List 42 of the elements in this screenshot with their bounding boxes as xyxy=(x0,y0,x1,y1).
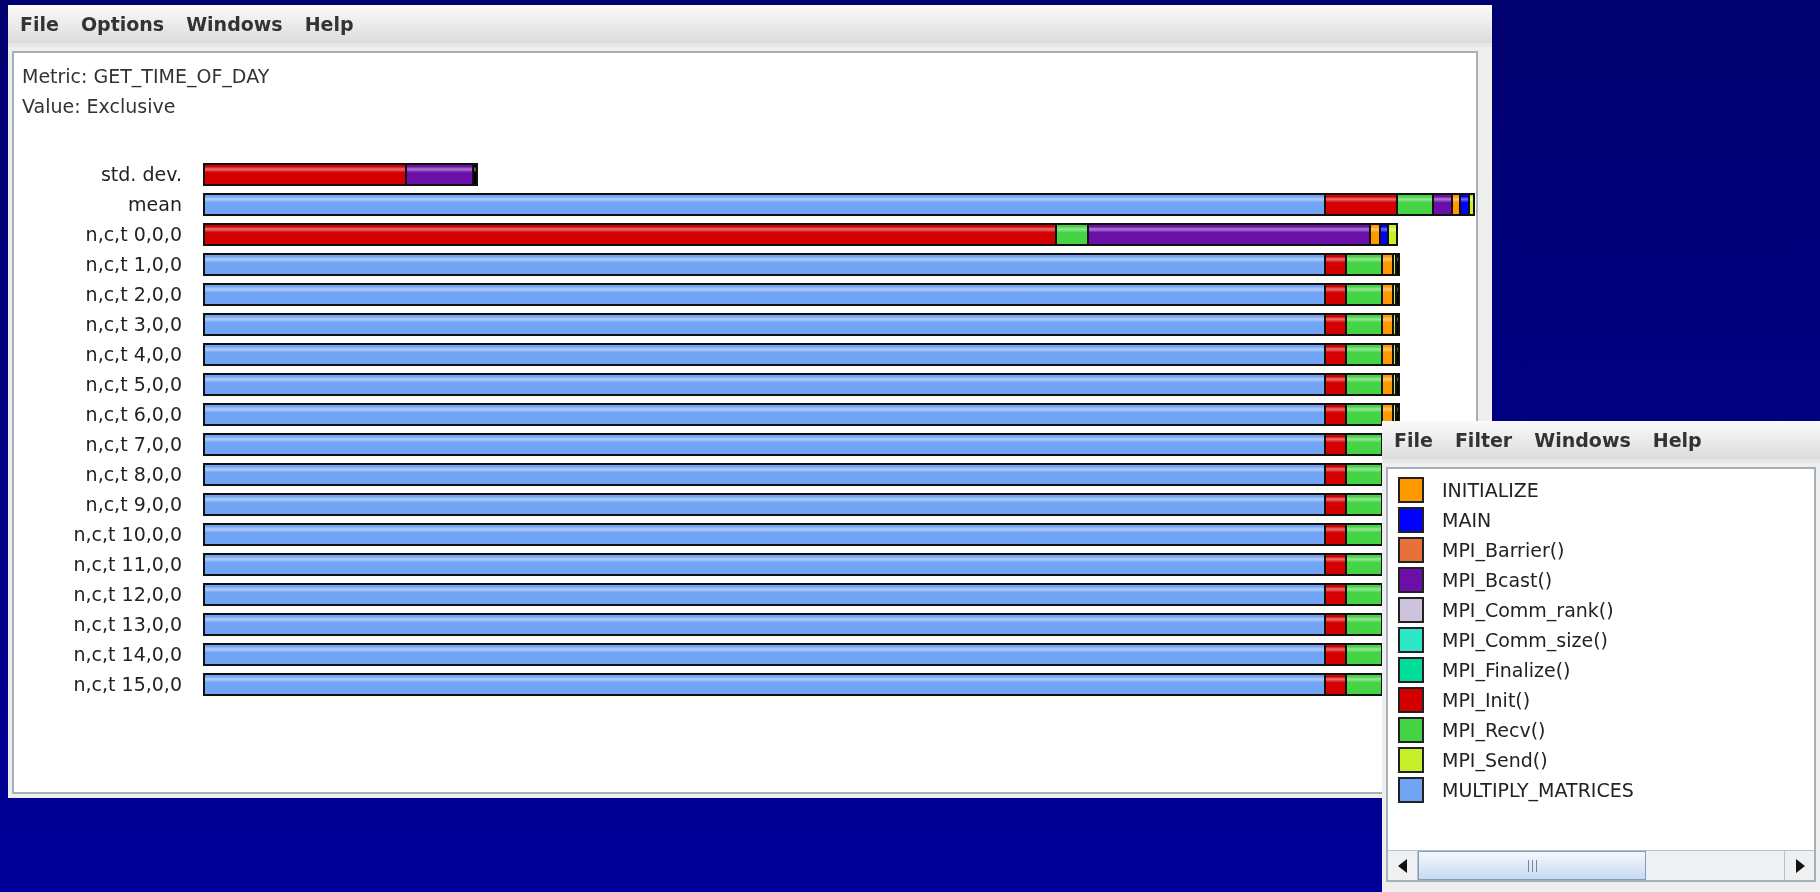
legend-label: MPI_Init() xyxy=(1442,687,1531,714)
legend-label: MPI_Comm_rank() xyxy=(1442,597,1614,624)
row-label: n,c,t 5,0,0 xyxy=(84,371,182,397)
value-label: Value: Exclusive xyxy=(22,94,177,119)
row-label: n,c,t 3,0,0 xyxy=(84,311,182,337)
row-label: n,c,t 15,0,0 xyxy=(72,671,182,697)
row-label: n,c,t 9,0,0 xyxy=(84,491,182,517)
row-label: n,c,t 8,0,0 xyxy=(84,461,182,487)
menu-item[interactable]: Help xyxy=(1652,425,1702,455)
legend-label: MPI_Recv() xyxy=(1442,717,1546,744)
row-label: n,c,t 2,0,0 xyxy=(84,281,182,307)
row-label: n,c,t 10,0,0 xyxy=(72,521,182,547)
row-label: n,c,t 1,0,0 xyxy=(84,251,182,277)
menu-item[interactable]: Help xyxy=(304,9,354,39)
legend-label: MULTIPLY_MATRICES xyxy=(1442,777,1634,804)
scrollbar-thumb[interactable] xyxy=(1418,851,1646,880)
row-label: n,c,t 13,0,0 xyxy=(72,611,182,637)
menu-item[interactable]: Windows xyxy=(186,9,283,39)
legend-label: INITIALIZE xyxy=(1442,477,1539,503)
menu-item[interactable]: Options xyxy=(80,9,165,39)
row-label: n,c,t 14,0,0 xyxy=(72,641,182,667)
menu-item[interactable]: Windows xyxy=(1534,425,1631,455)
right-arrow-icon xyxy=(1794,858,1805,873)
legend-label: MPI_Bcast() xyxy=(1442,567,1553,594)
legend-label: MPI_Finalize() xyxy=(1442,657,1571,684)
left-arrow-icon xyxy=(1397,858,1408,873)
row-label: mean xyxy=(127,191,182,217)
menu-item[interactable]: Filter xyxy=(1454,425,1513,455)
metric-label: Metric: GET_TIME_OF_DAY xyxy=(22,64,271,90)
row-label: n,c,t 12,0,0 xyxy=(72,581,182,607)
row-label: n,c,t 6,0,0 xyxy=(84,401,182,427)
legend-label: MAIN xyxy=(1442,507,1492,533)
legend-label: MPI_Barrier() xyxy=(1442,537,1565,564)
row-label: n,c,t 0,0,0 xyxy=(84,221,182,247)
legend-label: MPI_Comm_size() xyxy=(1442,627,1609,654)
menu-item[interactable]: File xyxy=(1394,425,1433,455)
row-label: std. dev. xyxy=(99,161,182,187)
menu-item[interactable]: File xyxy=(20,9,59,39)
legend-label: MPI_Send() xyxy=(1442,747,1548,774)
row-label: n,c,t 11,0,0 xyxy=(72,551,182,577)
row-label: n,c,t 4,0,0 xyxy=(84,341,182,367)
row-label: n,c,t 7,0,0 xyxy=(84,431,182,457)
